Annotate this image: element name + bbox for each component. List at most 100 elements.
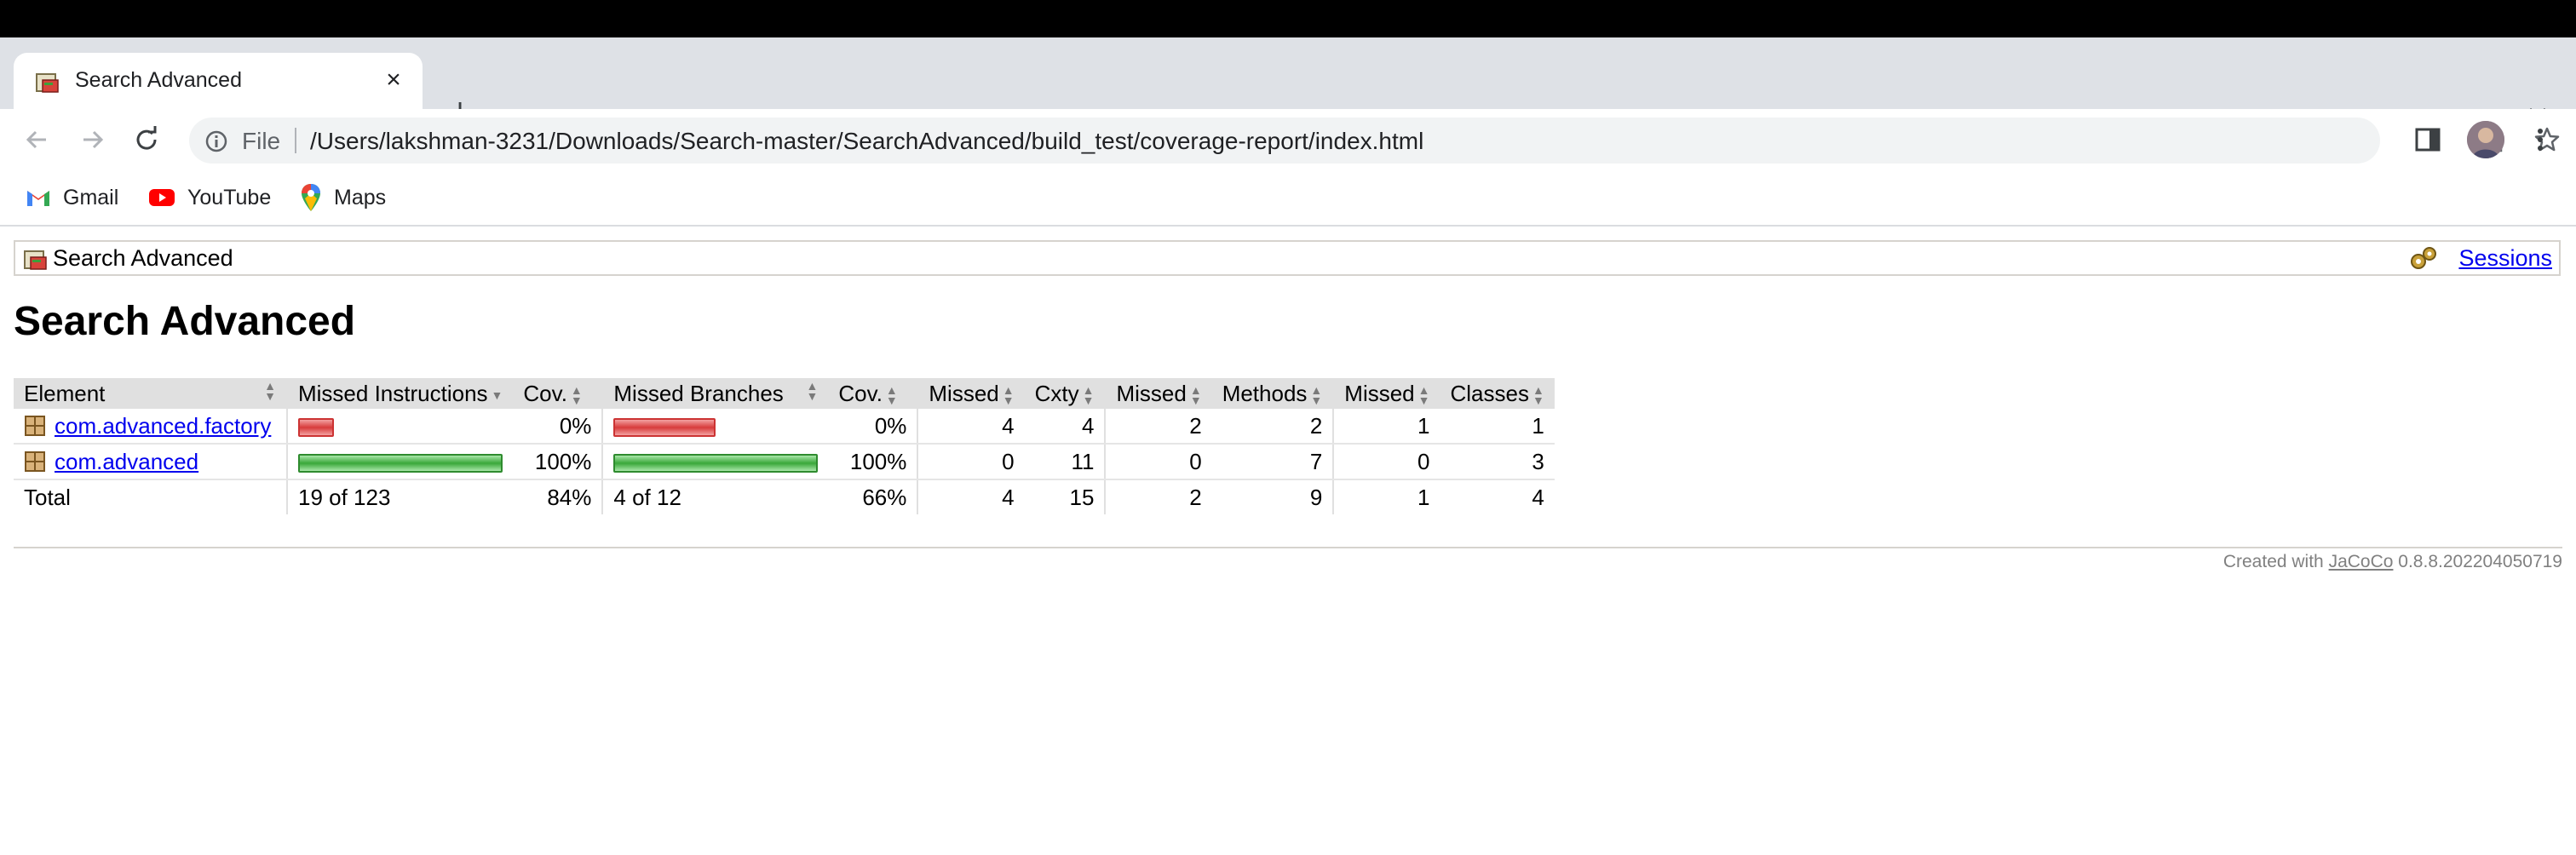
total-missed-instructions: 19 of 123	[285, 479, 514, 514]
package-link[interactable]: com.advanced	[55, 449, 198, 475]
total-instruction-coverage: 84%	[547, 484, 592, 510]
browser-tab[interactable]: Search Advanced ×	[14, 53, 423, 111]
info-icon[interactable]	[204, 129, 228, 153]
bookmarks-bar: Gmail YouTube Maps	[0, 170, 2576, 227]
sort-icon: ▲ ▼	[1310, 382, 1323, 407]
element-cell: com.advanced	[14, 444, 287, 480]
forward-icon[interactable]	[75, 123, 109, 157]
instruction-coverage-cell: 0%	[513, 409, 603, 445]
bookmark-label: Gmail	[63, 185, 119, 209]
footer-prefix: Created with	[2222, 552, 2324, 571]
covered-bar	[298, 453, 503, 473]
instruction-coverage-cell: 100%	[513, 444, 603, 480]
coverage-table: Element ▲ ▼ Missed Instructions ▼ Cov. ▲ ▼ Mi…	[14, 378, 1555, 514]
tab-strip: Search Advanced × +	[0, 37, 2576, 128]
total-methods: 9	[1309, 484, 1323, 510]
missed-classes-cell: 1	[1332, 409, 1440, 445]
report-page: Search Advanced Sessions Search Advanced…	[0, 227, 2576, 855]
complexity-cell: 11	[1024, 444, 1106, 480]
package-icon	[25, 451, 45, 472]
classes-cell: 1	[1440, 409, 1555, 445]
total-row: Total 19 of 123 84% 4 of 12 66% 4 15 2 9…	[14, 479, 1555, 514]
sessions-gears-icon	[2411, 247, 2436, 269]
sort-icon: ▲ ▼	[885, 382, 898, 407]
column-header-methods[interactable]: Methods ▲ ▼	[1211, 378, 1334, 409]
bookmark-gmail[interactable]: Gmail	[26, 182, 118, 213]
column-header-branch-coverage[interactable]: Cov. ▲ ▼	[828, 378, 918, 409]
sort-icon: ▲ ▼	[1189, 382, 1202, 407]
footer: Created with JaCoCo 0.8.8.202204050719	[2223, 552, 2562, 572]
tab-title: Search Advanced	[75, 68, 242, 92]
column-header-instruction-coverage[interactable]: Cov. ▲ ▼	[513, 378, 603, 409]
page-title: Search Advanced	[14, 299, 356, 344]
reload-icon[interactable]	[129, 123, 164, 157]
methods-cell: 2	[1211, 409, 1334, 445]
omnibox-divider	[295, 128, 296, 153]
report-favicon-icon	[36, 73, 59, 93]
missed-branches-bar-cell	[601, 444, 829, 480]
bookmark-maps[interactable]: Maps	[300, 182, 386, 213]
breadcrumb: Search Advanced Sessions	[14, 240, 2561, 276]
table-row: com.advanced.factory 0% 0% 4 4 2 2 1 1	[14, 409, 1555, 445]
total-label: Total	[24, 484, 71, 510]
branch-coverage-cell: 0%	[828, 409, 918, 445]
column-header-missed-branches[interactable]: Missed Branches ▲ ▼	[601, 378, 829, 409]
gmail-icon	[27, 191, 49, 206]
column-header-missed-methods[interactable]: Missed ▲ ▼	[1104, 378, 1212, 409]
scheme-label: File	[242, 128, 281, 154]
sort-icon: ▲ ▼	[1002, 382, 1015, 407]
sort-icon: ▲ ▼	[1532, 382, 1544, 407]
missed-methods-cell: 0	[1104, 444, 1212, 480]
sort-icon: ▲ ▼	[806, 378, 819, 403]
total-missed-complexity: 4	[917, 479, 1025, 514]
column-header-missed-classes[interactable]: Missed ▲ ▼	[1332, 378, 1440, 409]
covered-bar	[613, 453, 819, 473]
missed-methods-cell: 2	[1104, 409, 1212, 445]
column-header-classes[interactable]: Classes ▲ ▼	[1440, 378, 1555, 409]
sessions-link[interactable]: Sessions	[2458, 245, 2552, 272]
footer-version: 0.8.8.202204050719	[2398, 552, 2562, 571]
bookmark-youtube[interactable]: YouTube	[148, 182, 271, 213]
methods-cell: 7	[1211, 444, 1334, 480]
footer-divider	[14, 547, 2562, 548]
bookmark-label: YouTube	[187, 185, 272, 209]
column-header-complexity[interactable]: Cxty ▲ ▼	[1024, 378, 1106, 409]
total-missed-classes: 1	[1332, 479, 1440, 514]
package-icon	[25, 416, 45, 436]
sort-icon: ▲ ▼	[1082, 382, 1095, 407]
side-panel-icon[interactable]	[2414, 126, 2441, 153]
missed-bar	[298, 417, 334, 437]
total-branch-coverage: 66%	[862, 484, 907, 510]
browser-toolbar: File /Users/lakshman-3231/Downloads/Sear…	[0, 109, 2576, 170]
screen-top-bar	[0, 0, 2576, 37]
menu-icon[interactable]	[2530, 126, 2550, 153]
missed-branches-bar-cell	[601, 409, 829, 445]
profile-picture-icon	[2467, 121, 2504, 158]
missed-instructions-bar-cell	[285, 409, 514, 445]
column-header-missed-instructions[interactable]: Missed Instructions ▼	[285, 378, 514, 409]
package-link[interactable]: com.advanced.factory	[55, 413, 271, 439]
table-row: com.advanced 100% 100% 0 11 0 7 0 3	[14, 444, 1555, 480]
total-missed-branches: 4 of 12	[601, 479, 829, 514]
back-icon[interactable]	[20, 123, 55, 157]
missed-classes-cell: 0	[1332, 444, 1440, 480]
classes-cell: 3	[1440, 444, 1555, 480]
total-missed-methods: 2	[1104, 479, 1212, 514]
bookmark-label: Maps	[334, 185, 387, 209]
table-header-row: Element ▲ ▼ Missed Instructions ▼ Cov. ▲ ▼ Mi…	[14, 378, 1555, 409]
url-text[interactable]: /Users/lakshman-3231/Downloads/Search-ma…	[310, 128, 1423, 155]
complexity-cell: 4	[1024, 409, 1106, 445]
total-complexity: 15	[1069, 484, 1095, 510]
element-cell: com.advanced.factory	[14, 409, 287, 445]
jacoco-link[interactable]: JaCoCo	[2329, 552, 2394, 571]
address-bar[interactable]: File /Users/lakshman-3231/Downloads/Sear…	[189, 118, 2560, 164]
branch-coverage-cell: 100%	[828, 444, 918, 480]
column-header-element[interactable]: Element ▲ ▼	[14, 378, 287, 409]
sort-icon: ▲ ▼	[1417, 382, 1430, 407]
column-header-missed-complexity[interactable]: Missed ▲ ▼	[917, 378, 1025, 409]
missed-instructions-bar-cell	[285, 444, 514, 480]
avatar[interactable]	[2467, 121, 2504, 158]
close-tab-icon[interactable]: ×	[378, 65, 409, 95]
missed-bar	[613, 417, 716, 437]
total-classes: 4	[1532, 484, 1544, 510]
